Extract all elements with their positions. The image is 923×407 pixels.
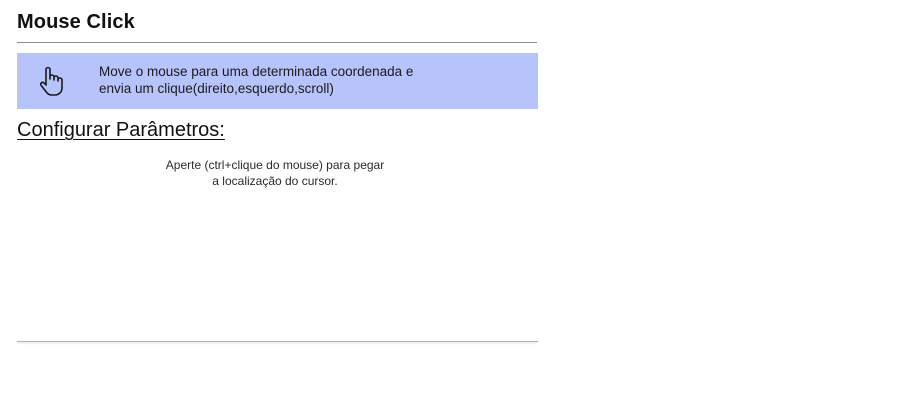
page-title: Mouse Click: [17, 11, 135, 33]
bottom-divider: [17, 341, 538, 342]
title-divider: [17, 42, 537, 43]
description-banner: Move o mouse para uma determinada coorde…: [17, 53, 538, 109]
description-line-2: envia um clique(direito,esquerdo,scroll): [99, 80, 334, 96]
description-line-1: Move o mouse para uma determinada coorde…: [99, 64, 414, 79]
cursor-hint: Aperte (ctrl+clique do mouse) para pegar…: [17, 157, 533, 189]
cursor-hint-line-2: a localização do cursor.: [212, 174, 338, 188]
mouse-click-panel: Mouse Click Move o mouse para uma determ…: [17, 0, 538, 407]
parameters-heading: Configurar Parâmetros:: [17, 119, 225, 141]
cursor-hint-line-1: Aperte (ctrl+clique do mouse) para pegar: [165, 158, 385, 172]
hand-pointer-icon: [37, 65, 65, 97]
description-text: Move o mouse para uma determinada coorde…: [99, 64, 413, 97]
